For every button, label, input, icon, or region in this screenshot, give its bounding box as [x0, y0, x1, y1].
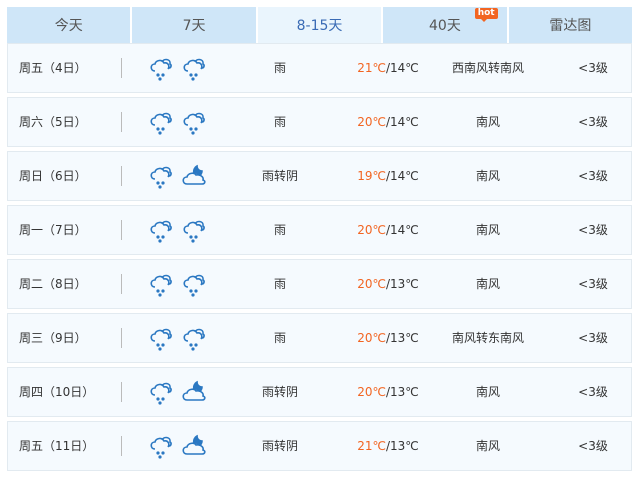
rain-icon — [147, 270, 175, 298]
day-date: 周一（7日） — [19, 223, 87, 237]
low-temp: /14℃ — [385, 223, 419, 237]
wind-direction: 南风 — [475, 385, 500, 399]
weather-description: 雨 — [273, 331, 286, 345]
weather-description: 雨 — [273, 61, 286, 75]
rain-icon — [147, 324, 175, 352]
tab-label: 今天 — [54, 18, 83, 34]
rain-icon — [180, 270, 208, 298]
divider — [121, 112, 122, 132]
wind-level: <3级 — [578, 169, 608, 183]
forecast-row: 周二（8日） 雨 20℃/13℃ 南风 <3级 — [7, 259, 632, 309]
tab-radar[interactable]: 雷达图 — [508, 7, 633, 43]
wind-level: <3级 — [578, 223, 608, 237]
day-date: 周三（9日） — [19, 331, 87, 345]
cloudy-night-icon — [180, 378, 208, 406]
divider — [121, 166, 122, 186]
cloudy-night-icon — [180, 162, 208, 190]
day-date: 周二（8日） — [19, 277, 87, 291]
day-date: 周四（10日） — [19, 385, 95, 399]
day-date: 周日（6日） — [19, 169, 87, 183]
rain-icon — [180, 324, 208, 352]
wind-direction: 南风 — [475, 169, 500, 183]
high-temp: 21℃ — [357, 61, 386, 75]
rain-icon — [180, 216, 208, 244]
wind-direction: 西南风转南风 — [451, 61, 524, 75]
cloudy-night-icon — [180, 432, 208, 460]
rain-icon — [147, 108, 175, 136]
tab-today[interactable]: 今天 — [7, 7, 131, 43]
high-temp: 21℃ — [357, 439, 386, 453]
divider — [121, 328, 122, 348]
hot-badge: hot — [474, 8, 498, 22]
day-date: 周五（4日） — [19, 61, 87, 75]
high-temp: 20℃ — [357, 331, 386, 345]
rain-icon — [147, 378, 175, 406]
low-temp: /14℃ — [385, 169, 419, 183]
wind-level: <3级 — [578, 331, 608, 345]
divider — [121, 436, 122, 456]
rain-icon — [180, 54, 208, 82]
day-date: 周五（11日） — [19, 439, 95, 453]
high-temp: 20℃ — [357, 277, 386, 291]
low-temp: /13℃ — [385, 385, 419, 399]
divider — [121, 274, 122, 294]
tab-7-days[interactable]: 7天 — [132, 7, 256, 43]
wind-level: <3级 — [578, 115, 608, 129]
high-temp: 20℃ — [357, 223, 386, 237]
wind-level: <3级 — [578, 385, 608, 399]
divider — [121, 382, 122, 402]
rain-icon — [180, 108, 208, 136]
forecast-tabs: 今天 7天 8-15天 40天 hot 雷达图 — [7, 7, 633, 43]
weather-description: 雨 — [273, 223, 286, 237]
tab-40-days[interactable]: 40天 hot — [383, 7, 507, 43]
high-temp: 20℃ — [357, 115, 386, 129]
low-temp: /13℃ — [385, 277, 419, 291]
wind-direction: 南风 — [475, 115, 500, 129]
low-temp: /13℃ — [385, 439, 419, 453]
forecast-row: 周四（10日） 雨转阴 20℃/13℃ 南风 <3级 — [7, 367, 632, 417]
low-temp: /13℃ — [385, 331, 419, 345]
low-temp: /14℃ — [385, 115, 419, 129]
wind-level: <3级 — [578, 277, 608, 291]
rain-icon — [147, 432, 175, 460]
weather-description: 雨转阴 — [261, 385, 298, 399]
wind-direction: 南风 — [475, 277, 500, 291]
wind-direction: 南风 — [475, 439, 500, 453]
forecast-row: 周一（7日） 雨 20℃/14℃ 南风 <3级 — [7, 205, 632, 255]
weather-description: 雨转阴 — [261, 169, 298, 183]
rain-icon — [147, 162, 175, 190]
divider — [121, 58, 122, 78]
rain-icon — [147, 54, 175, 82]
day-date: 周六（5日） — [19, 115, 87, 129]
tab-label: 7天 — [182, 18, 206, 34]
divider — [121, 220, 122, 240]
tab-8-15-days[interactable]: 8-15天 — [257, 7, 382, 43]
tab-label: 40天 — [429, 18, 461, 34]
weather-description: 雨 — [273, 277, 286, 291]
rain-icon — [147, 216, 175, 244]
wind-direction: 南风 — [475, 223, 500, 237]
low-temp: /14℃ — [385, 61, 419, 75]
forecast-row: 周五（11日） 雨转阴 21℃/13℃ 南风 <3级 — [7, 421, 632, 471]
tab-label: 8-15天 — [296, 18, 343, 34]
high-temp: 19℃ — [357, 169, 386, 183]
weather-description: 雨转阴 — [261, 439, 298, 453]
wind-direction: 南风转东南风 — [451, 331, 524, 345]
wind-level: <3级 — [578, 61, 608, 75]
forecast-row: 周六（5日） 雨 20℃/14℃ 南风 <3级 — [7, 97, 632, 147]
forecast-row: 周五（4日） 雨 21℃/14℃ 西南风转南风 <3级 — [7, 43, 632, 93]
tab-label: 雷达图 — [549, 18, 592, 34]
wind-level: <3级 — [578, 439, 608, 453]
forecast-row: 周三（9日） 雨 20℃/13℃ 南风转东南风 <3级 — [7, 313, 632, 363]
weather-description: 雨 — [273, 115, 286, 129]
high-temp: 20℃ — [357, 385, 386, 399]
forecast-row: 周日（6日） 雨转阴 19℃/14℃ 南风 <3级 — [7, 151, 632, 201]
